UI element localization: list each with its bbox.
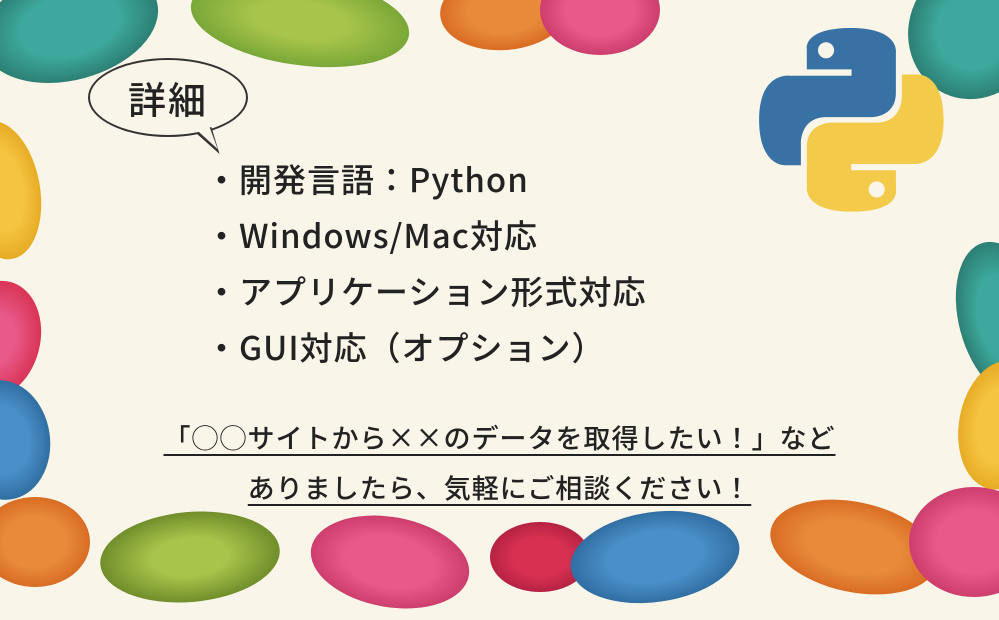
python-logo-icon bbox=[759, 28, 944, 213]
list-item: ・Windows/Mac対応 bbox=[205, 206, 646, 262]
list-item: ・GUI対応（オプション） bbox=[205, 318, 646, 374]
page-title: 詳細 bbox=[128, 70, 208, 125]
paint-decoration bbox=[565, 501, 746, 614]
list-item: ・アプリケーション形式対応 bbox=[205, 262, 646, 318]
footer-line-1: 「◯◯サイトから××のデータを取得したい！」など bbox=[70, 412, 930, 462]
footer-line-2: ありましたら、気軽にご相談ください！ bbox=[70, 462, 930, 512]
footer-message: 「◯◯サイトから××のデータを取得したい！」など ありましたら、気軽にご相談くだ… bbox=[70, 412, 930, 512]
title-bubble: 詳細 bbox=[88, 58, 248, 137]
paint-decoration bbox=[96, 504, 283, 609]
paint-decoration bbox=[948, 354, 999, 497]
paint-decoration bbox=[0, 114, 52, 266]
paint-decoration bbox=[540, 0, 660, 55]
list-item: ・開発言語：Python bbox=[205, 150, 646, 206]
details-list: ・開発言語：Python ・Windows/Mac対応 ・アプリケーション形式対… bbox=[205, 150, 646, 374]
paint-decoration bbox=[0, 374, 58, 506]
